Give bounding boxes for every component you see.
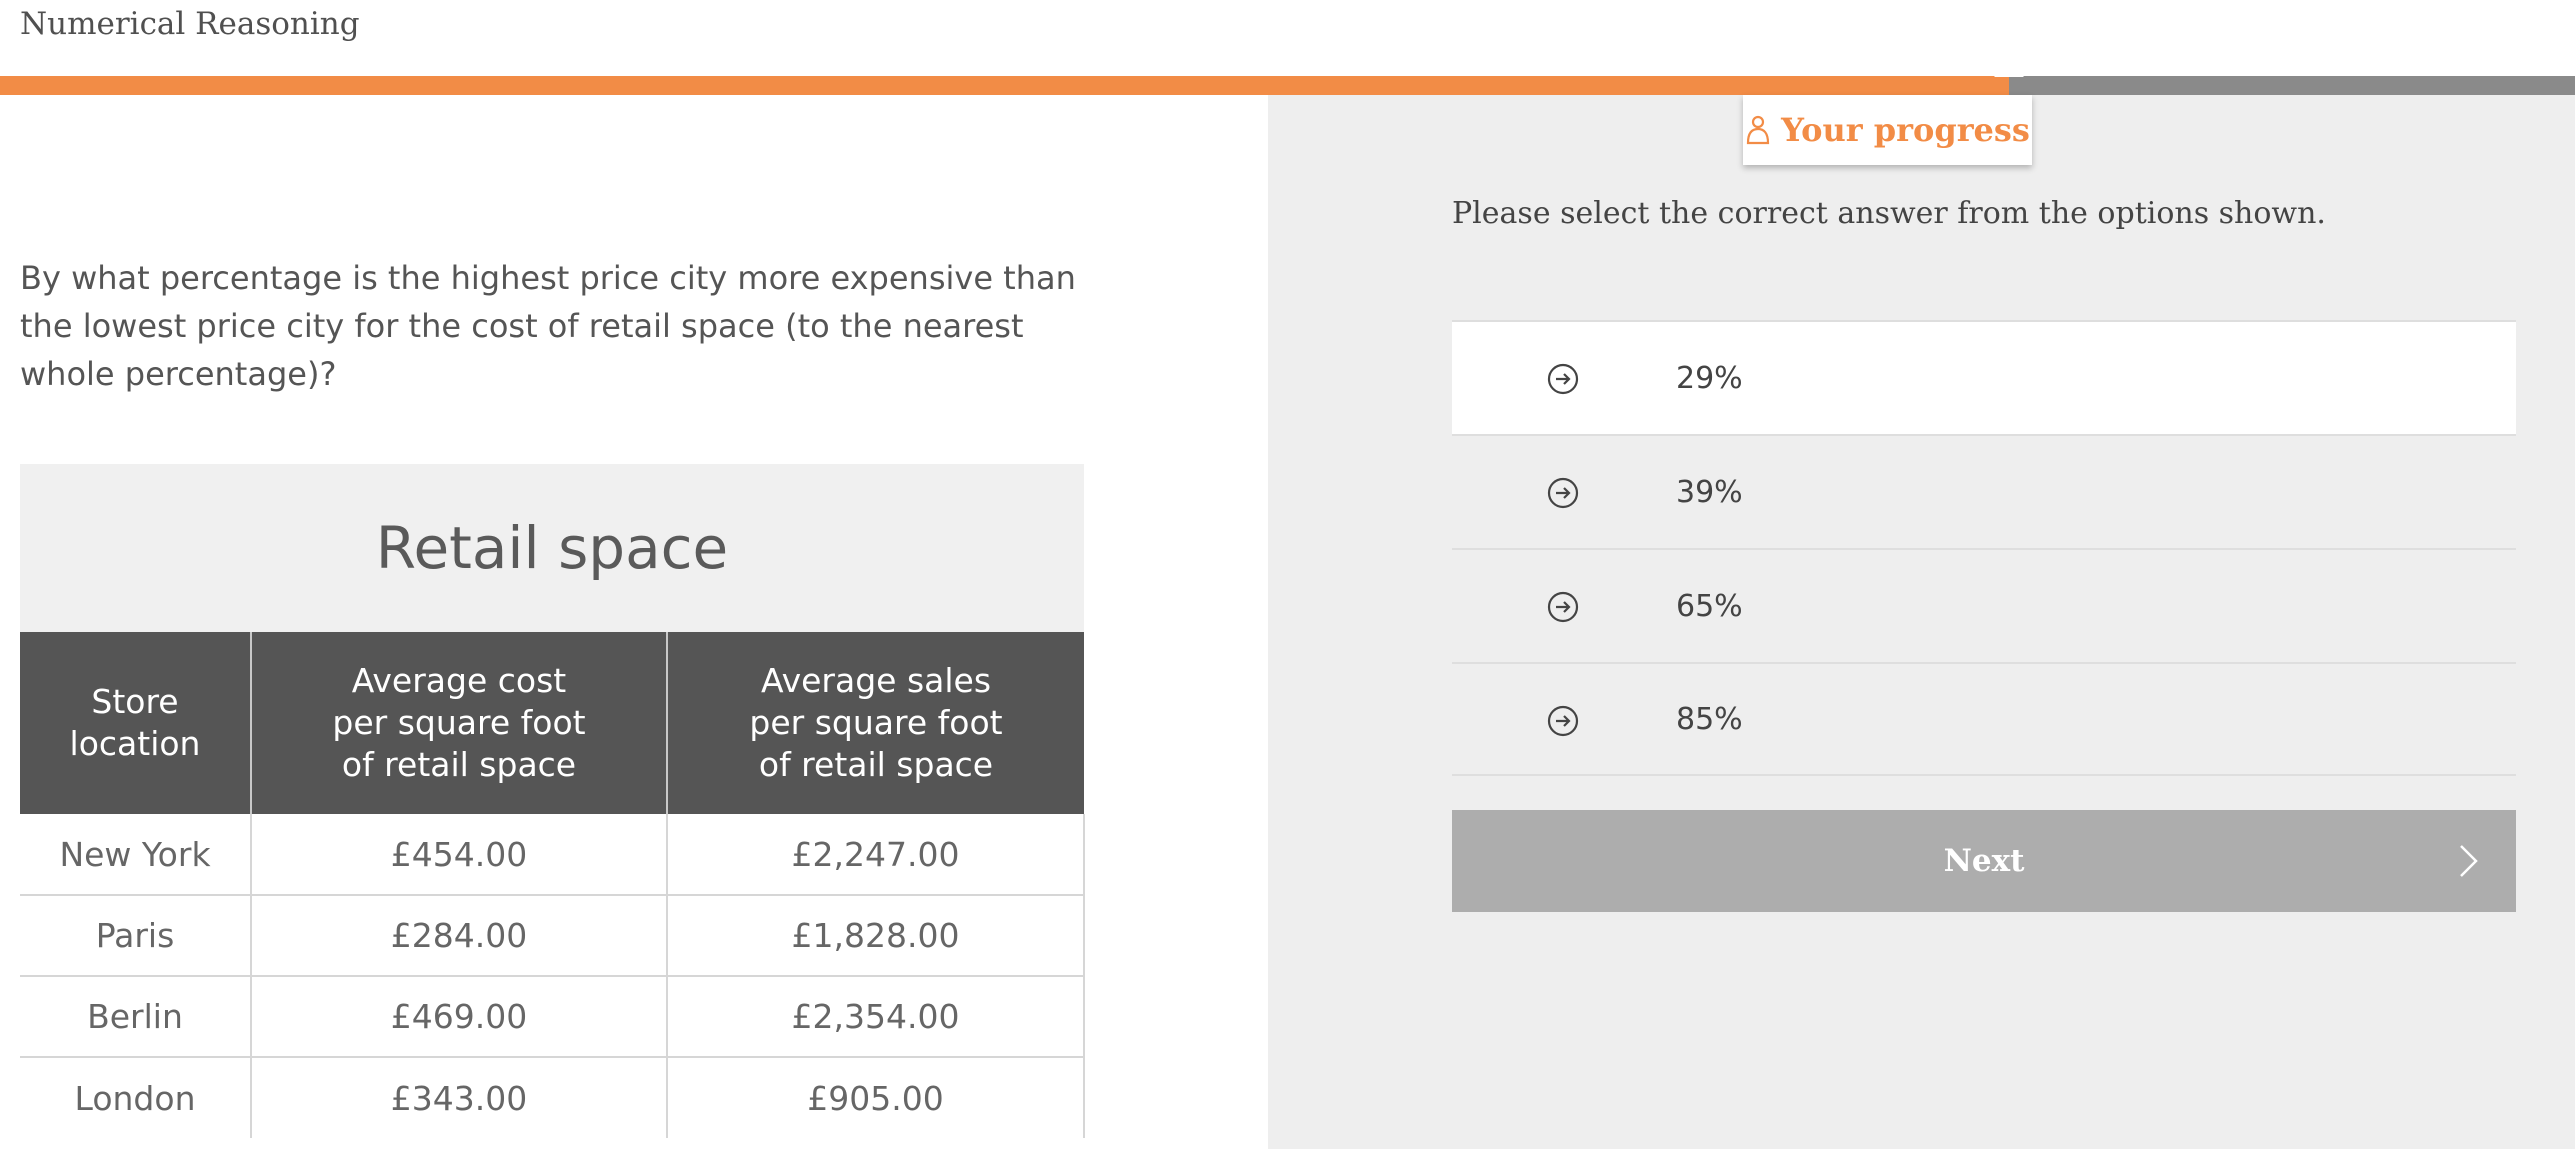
next-label: Next xyxy=(1943,843,2025,879)
answer-options: 29% 39% 65% 85% xyxy=(1452,320,2516,776)
answer-option-label: 85% xyxy=(1676,701,1743,737)
answer-option[interactable]: 85% xyxy=(1452,662,2516,776)
data-table-card: Retail space Store location Average cost… xyxy=(20,464,1085,1138)
progress-fill xyxy=(0,76,2009,95)
answer-option[interactable]: 29% xyxy=(1452,320,2516,434)
answer-option-label: 29% xyxy=(1676,360,1743,396)
table-cell: £343.00 xyxy=(251,1057,668,1138)
table-cell: Paris xyxy=(20,895,252,977)
person-icon xyxy=(1746,115,1770,145)
question-text: By what percentage is the highest price … xyxy=(20,259,1076,393)
table-cell: London xyxy=(20,1057,252,1138)
arrow-circle-right-icon xyxy=(1547,705,1579,737)
table-cell: New York xyxy=(20,814,252,896)
table-row: London £343.00 £905.00 xyxy=(20,1057,1085,1138)
answer-option[interactable]: 65% xyxy=(1452,548,2516,662)
table-cell: £2,247.00 xyxy=(667,814,1085,896)
arrow-circle-right-icon xyxy=(1547,363,1579,395)
answer-option[interactable]: 39% xyxy=(1452,434,2516,548)
arrow-circle-right-icon xyxy=(1547,591,1579,623)
table-row: Paris £284.00 £1,828.00 xyxy=(20,895,1085,977)
table-row: Berlin £469.00 £2,354.00 xyxy=(20,976,1085,1058)
answer-option-label: 65% xyxy=(1676,588,1743,624)
data-table: Store location Average cost per square f… xyxy=(20,632,1085,1138)
table-header-row: Store location Average cost per square f… xyxy=(20,632,1084,814)
table-cell: £2,354.00 xyxy=(667,976,1085,1058)
progress-bar xyxy=(0,62,2575,95)
table-cell: £905.00 xyxy=(667,1057,1085,1138)
arrow-circle-right-icon xyxy=(1547,477,1579,509)
progress-marker xyxy=(1993,62,2024,77)
column-header-average-sales: Average sales per square foot of retail … xyxy=(667,632,1084,814)
answer-option-label: 39% xyxy=(1676,474,1743,510)
app-title: Numerical Reasoning xyxy=(20,6,360,42)
answer-instruction: Please select the correct answer from th… xyxy=(1452,196,2326,231)
table-cell: £1,828.00 xyxy=(667,895,1085,977)
column-header-store-location: Store location xyxy=(20,632,252,814)
your-progress-label: Your progress xyxy=(1781,111,2030,149)
table-cell: £454.00 xyxy=(251,814,668,896)
chevron-right-icon xyxy=(2460,845,2478,877)
next-button[interactable]: Next xyxy=(1452,810,2516,912)
your-progress-button[interactable]: Your progress xyxy=(1743,95,2032,165)
table-cell: Berlin xyxy=(20,976,252,1058)
table-title: Retail space xyxy=(375,514,729,582)
table-cell: £284.00 xyxy=(251,895,668,977)
table-title-bar: Retail space xyxy=(20,464,1084,632)
table-row: New York £454.00 £2,247.00 xyxy=(20,814,1085,896)
column-header-average-cost: Average cost per square foot of retail s… xyxy=(251,632,668,814)
table-cell: £469.00 xyxy=(251,976,668,1058)
